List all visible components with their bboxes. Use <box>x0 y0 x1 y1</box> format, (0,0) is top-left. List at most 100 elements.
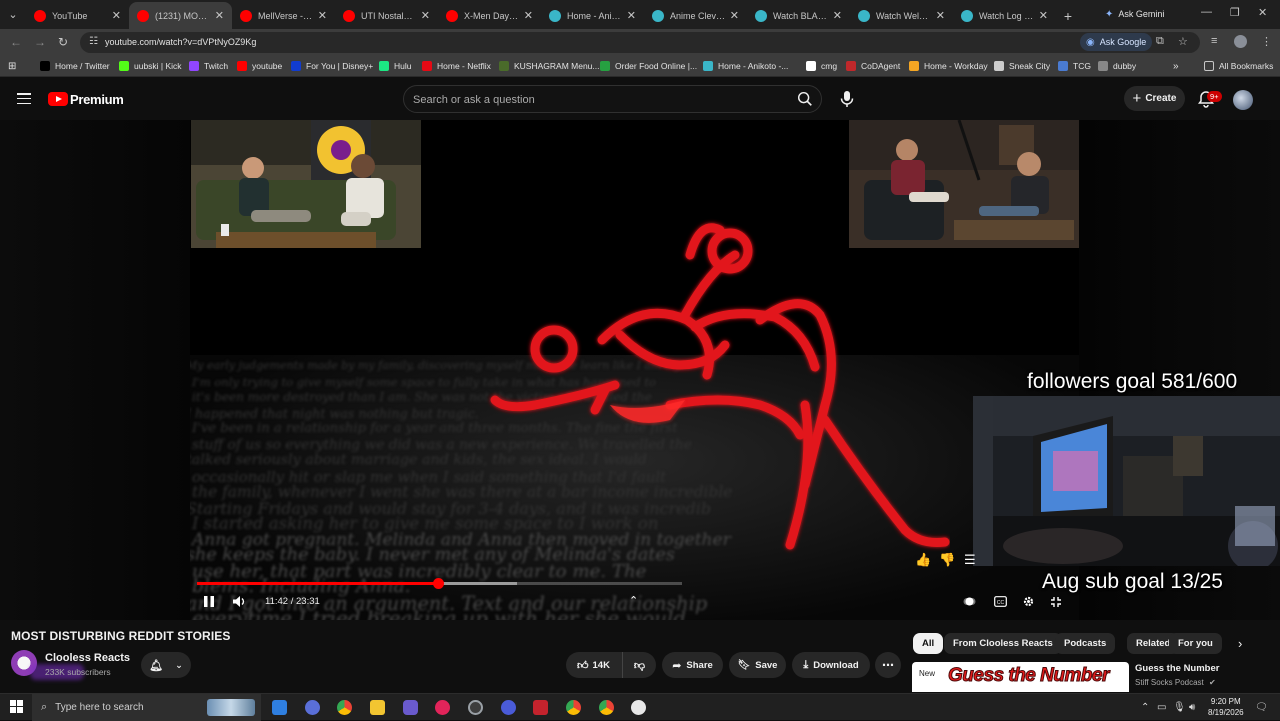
restore-icon[interactable]: ❐ <box>1230 6 1240 19</box>
progress-bar[interactable] <box>197 578 682 589</box>
close-tab-icon[interactable]: ✕ <box>936 9 945 22</box>
youtube-logo-icon[interactable] <box>48 92 68 106</box>
bookmark-item[interactable]: Order Food Online |... <box>600 61 697 71</box>
settings-gear-icon[interactable] <box>1022 595 1035 608</box>
search-box[interactable]: Search or ask a question <box>403 85 822 113</box>
bookmark-item[interactable]: uubski | Kick <box>119 61 182 71</box>
ask-google-button[interactable]: ◉ Ask Google <box>1080 33 1153 51</box>
recommendation-chip[interactable]: From Clooless Reacts <box>944 633 1062 654</box>
browser-tab[interactable]: Anime Clevate ✕ <box>644 2 747 29</box>
close-tab-icon[interactable]: ✕ <box>112 9 121 22</box>
recommendation-chip[interactable]: All <box>913 633 944 654</box>
create-button[interactable]: + Create <box>1124 86 1185 111</box>
bookmark-item[interactable]: Home - Workday <box>909 61 988 71</box>
browser-tab[interactable]: X-Men Days of ✕ <box>438 2 541 29</box>
subscribed-button[interactable]: 🔔︎ ⌄ <box>141 652 191 678</box>
install-app-icon[interactable]: ⧉ <box>1156 35 1164 48</box>
recommendation-chip[interactable]: For you <box>1169 633 1222 654</box>
app-icon-blue[interactable] <box>501 700 516 715</box>
browser-tab[interactable]: UTI Nostalgia F ✕ <box>335 2 438 29</box>
exit-fullscreen-icon[interactable] <box>1050 596 1062 608</box>
browser-tab[interactable]: (1231) MOST D ✕ <box>129 2 232 29</box>
close-tab-icon[interactable]: ✕ <box>421 9 430 22</box>
youtube-premium-wordmark[interactable]: Premium <box>70 92 124 107</box>
bookmark-item[interactable]: Twitch <box>189 61 228 71</box>
url-text[interactable]: youtube.com/watch?v=dVPtNyOZ9Kg <box>105 37 256 47</box>
bookmark-item[interactable]: For You | Disney+ <box>291 61 373 71</box>
dislike-button[interactable]: 👎︎ <box>623 659 656 672</box>
minimize-icon[interactable]: — <box>1201 6 1212 18</box>
channel-name[interactable]: Clooless Reacts <box>45 652 130 664</box>
ask-gemini-button[interactable]: ✦ Ask Gemini <box>1105 5 1164 23</box>
taskbar-clock[interactable]: 9:20 PM 8/19/2026 <box>1208 696 1244 718</box>
search-icon[interactable] <box>796 90 814 108</box>
site-info-icon[interactable]: ☷ <box>89 36 98 47</box>
file-explorer-icon[interactable] <box>370 700 385 715</box>
more-bookmarks-button[interactable]: » <box>1173 61 1179 72</box>
browser-tab[interactable]: Watch Welcome ✕ <box>850 2 953 29</box>
close-tab-icon[interactable]: ✕ <box>215 9 224 22</box>
taskbar-search-box[interactable]: ⌕ Type here to search <box>32 694 261 721</box>
recommendation-chip[interactable]: Podcasts <box>1055 633 1116 654</box>
overlay-like-icon[interactable]: 👍 <box>915 552 931 568</box>
new-tab-button[interactable]: + <box>1056 2 1080 29</box>
chips-next-icon[interactable]: › <box>1238 636 1242 651</box>
captions-icon[interactable]: CC <box>994 596 1007 607</box>
tray-volume-icon[interactable]: 🔊︎ <box>1189 702 1195 713</box>
chrome-icon-3[interactable] <box>599 700 614 715</box>
tray-overflow-icon[interactable]: ⌃ <box>1141 702 1149 713</box>
close-tab-icon[interactable]: ✕ <box>524 9 533 22</box>
more-actions-icon[interactable]: ⋯ <box>875 652 901 678</box>
browser-tab[interactable]: YouTube ✕ <box>26 2 129 29</box>
omnibox[interactable]: ☷ youtube.com/watch?v=dVPtNyOZ9Kg <box>80 32 1200 53</box>
tray-network-icon[interactable]: ▭ <box>1157 702 1166 713</box>
windows-start-icon[interactable] <box>10 700 23 713</box>
download-button[interactable]: ⤓ Download <box>792 652 870 678</box>
chrome-icon[interactable] <box>337 700 352 715</box>
bookmark-item[interactable]: Hulu <box>379 61 411 71</box>
all-bookmarks-button[interactable]: All Bookmarks <box>1204 61 1273 71</box>
bookmark-item[interactable]: TCG <box>1058 61 1091 71</box>
obs-icon[interactable] <box>468 700 483 715</box>
tab-search-button[interactable]: ⌄ <box>0 0 26 29</box>
chrome-profile-icon[interactable] <box>305 700 320 715</box>
recommendation-thumbnail[interactable]: New Guess the Number <box>912 662 1129 692</box>
bookmark-item[interactable]: Sneak City <box>994 61 1050 71</box>
account-avatar[interactable] <box>1233 90 1253 110</box>
browser-tab[interactable]: Watch Log Hor ✕ <box>953 2 1056 29</box>
notification-center-icon[interactable]: 🗨︎ <box>1255 702 1268 713</box>
bookmark-item[interactable]: youtube <box>237 61 282 71</box>
taskbar-search-input[interactable]: Type here to search <box>55 702 143 713</box>
chevron-up-icon[interactable]: ⌃ <box>629 594 638 607</box>
browser-tab[interactable]: Watch BLACK T ✕ <box>747 2 850 29</box>
media-player-icon[interactable] <box>435 700 450 715</box>
volume-icon[interactable] <box>232 595 247 608</box>
discord-icon[interactable] <box>403 700 418 715</box>
chrome-icon-2[interactable] <box>566 700 581 715</box>
overlay-dislike-icon[interactable]: 👎 <box>939 552 955 568</box>
recommendation-title[interactable]: Guess the Number <box>1135 663 1219 674</box>
close-tab-icon[interactable]: ✕ <box>1039 9 1048 22</box>
overlay-menu-icon[interactable]: ☰ <box>964 552 976 568</box>
share-button[interactable]: ➦ Share <box>662 652 723 678</box>
bookmark-item[interactable]: Home - Netflix <box>422 61 491 71</box>
save-button[interactable]: 🔖︎ Save <box>729 652 786 678</box>
apps-icon[interactable]: ⊞ <box>8 61 16 72</box>
media-controls-icon[interactable]: ≡ <box>1211 35 1217 47</box>
bookmark-star-icon[interactable]: ☆ <box>1178 35 1188 48</box>
bookmark-item[interactable]: Home / Twitter <box>40 61 110 71</box>
close-tab-icon[interactable]: ✕ <box>318 9 327 22</box>
bookmark-item[interactable]: Home - Anikoto -... <box>703 61 788 71</box>
task-view-icon[interactable] <box>272 700 287 715</box>
autoplay-toggle-icon[interactable] <box>963 596 976 607</box>
video-player[interactable]: My early judgements made by my family, d… <box>0 120 1280 620</box>
voice-search-icon[interactable] <box>838 89 856 109</box>
scrubber-handle[interactable] <box>433 578 445 589</box>
bookmark-item[interactable]: KUSHAGRAM Menu... <box>499 61 600 71</box>
close-tab-icon[interactable]: ✕ <box>627 9 636 22</box>
tray-mic-icon[interactable]: 🎙︎ <box>1173 702 1186 713</box>
close-window-icon[interactable]: ✕ <box>1258 6 1267 19</box>
profile-avatar[interactable] <box>1234 35 1247 48</box>
forward-icon[interactable]: → <box>34 35 46 49</box>
like-button[interactable]: 👍︎ 14K <box>566 652 623 678</box>
